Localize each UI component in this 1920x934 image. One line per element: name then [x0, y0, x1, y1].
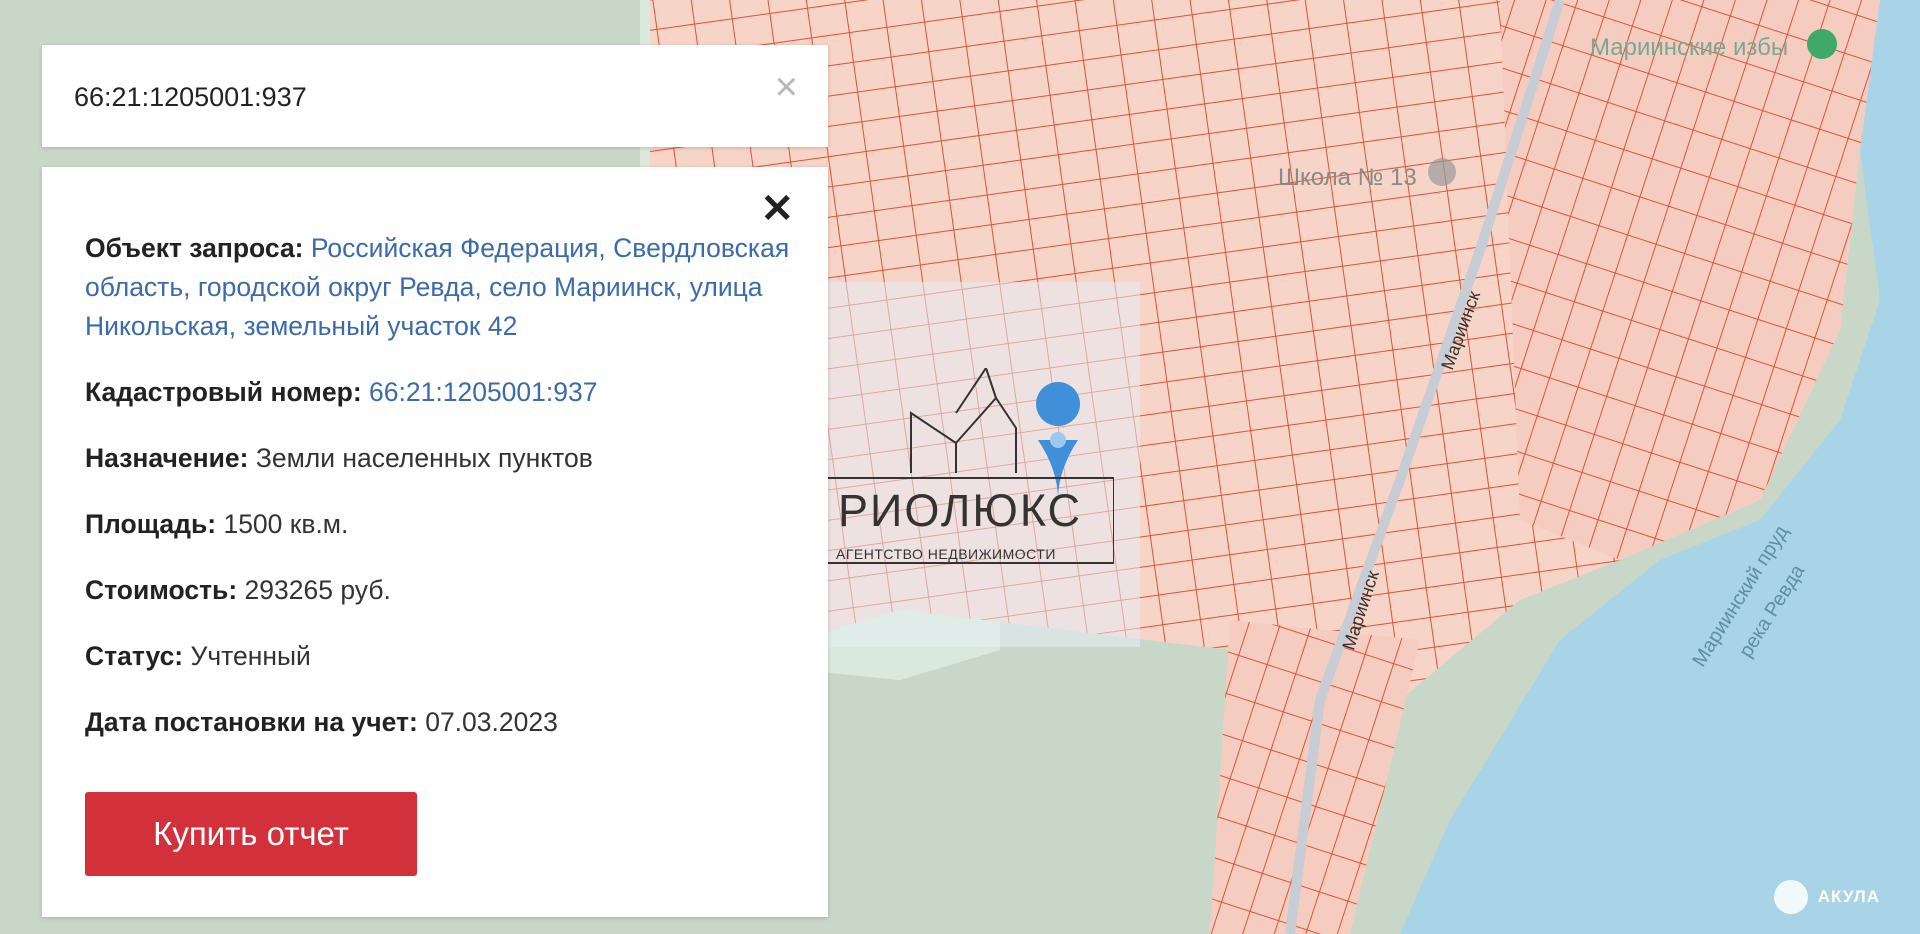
clear-icon[interactable]: ×: [775, 67, 798, 107]
info-value: Учтенный: [190, 641, 311, 671]
akula-label: АКУЛА: [1817, 887, 1880, 906]
search-box: ×: [42, 45, 828, 147]
close-icon[interactable]: ✕: [760, 189, 794, 229]
cadastral-number-link[interactable]: 66:21:1205001:937: [369, 377, 597, 407]
info-label: Стоимость:: [85, 575, 238, 605]
info-label: Объект запроса:: [85, 233, 304, 263]
map-label-school: Школа № 13: [1278, 164, 1417, 191]
info-value: 293265 руб.: [244, 575, 391, 605]
info-row-purpose: Назначение: Земли населенных пунктов: [85, 439, 805, 478]
akula-brand: АКУЛА: [1773, 880, 1880, 914]
search-input[interactable]: [72, 73, 716, 121]
info-label: Площадь:: [85, 509, 217, 539]
info-row-area: Площадь: 1500 кв.м.: [85, 505, 805, 544]
info-list: Объект запроса: Российская Федерация, Св…: [85, 229, 805, 769]
buy-report-button[interactable]: Купить отчет: [85, 792, 417, 876]
info-row-cadastral: Кадастровый номер: 66:21:1205001:937: [85, 373, 805, 412]
watermark-name: РИОЛЮКС: [838, 485, 1083, 536]
info-panel: ✕ Объект запроса: Российская Федерация, …: [42, 167, 828, 917]
info-row-status: Статус: Учтенный: [85, 637, 805, 676]
shark-icon: [1773, 880, 1808, 914]
info-label: Статус:: [85, 641, 184, 671]
info-label: Кадастровый номер:: [85, 377, 362, 407]
info-row-object: Объект запроса: Российская Федерация, Св…: [85, 229, 805, 346]
info-row-date: Дата постановки на учет: 07.03.2023: [85, 703, 805, 742]
info-value: 1500 кв.м.: [223, 509, 349, 539]
info-label: Назначение:: [85, 443, 249, 473]
info-label: Дата постановки на учет:: [85, 707, 418, 737]
info-value: 07.03.2023: [425, 707, 558, 737]
school-poi-icon[interactable]: [1428, 158, 1456, 186]
map-label-izby: Мариинские избы: [1590, 34, 1789, 61]
info-value: Земли населенных пунктов: [255, 443, 593, 473]
izby-poi-icon[interactable]: [1807, 29, 1837, 59]
info-row-cost: Стоимость: 293265 руб.: [85, 571, 805, 610]
watermark-logo: РИОЛЮКС АГЕНТСТВО НЕДВИЖИМОСТИ: [806, 368, 1114, 564]
watermark-subtitle: АГЕНТСТВО НЕДВИЖИМОСТИ: [836, 546, 1056, 562]
